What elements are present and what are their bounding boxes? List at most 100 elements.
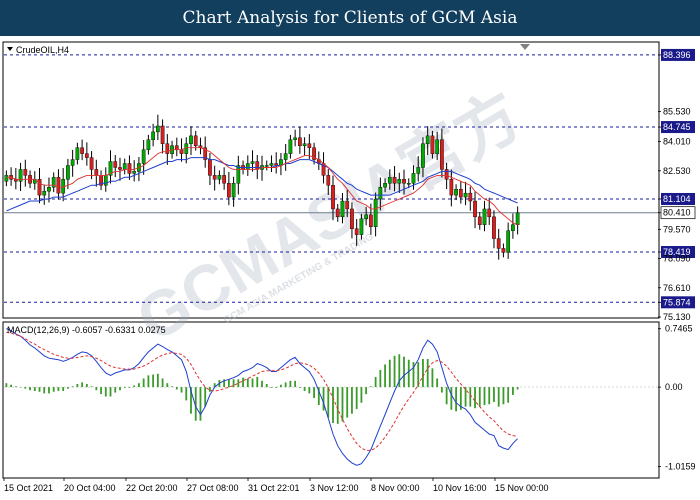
candle-body <box>331 185 335 210</box>
time-label: 15 Oct 2021 <box>4 483 53 493</box>
macd-histogram-bar <box>469 387 472 407</box>
macd-label: 0.7465 <box>665 324 693 334</box>
candle-body <box>435 139 440 154</box>
candle-body <box>511 224 515 231</box>
price-label: 75.874 <box>663 297 691 307</box>
candle-body <box>118 167 122 170</box>
macd-histogram-bar <box>346 387 349 418</box>
macd-histogram-bar <box>341 387 344 422</box>
macd-histogram-bar <box>478 387 481 407</box>
candle-body <box>61 179 66 194</box>
candle-body <box>406 183 411 185</box>
price-label: 76.610 <box>663 283 691 293</box>
macd-histogram-bar <box>488 387 491 405</box>
candle-body <box>425 135 430 144</box>
chart-area: GCMASIA官方GCM ASIA MARKETING & TRADING 88… <box>0 36 700 500</box>
macd-histogram-bar <box>133 385 136 388</box>
macd-histogram-bar <box>147 375 150 388</box>
price-label: 82.530 <box>663 166 691 176</box>
macd-histogram-bar <box>464 387 467 407</box>
macd-histogram-bar <box>455 387 457 412</box>
macd-histogram-bar <box>388 359 391 388</box>
candle-body <box>84 153 89 158</box>
macd-histogram-bar <box>5 383 8 388</box>
candle-body <box>255 161 260 170</box>
macd-histogram-bar <box>422 358 424 388</box>
macd-histogram-bar <box>384 364 386 388</box>
macd-histogram-bar <box>502 387 505 405</box>
macd-histogram-bar <box>19 387 22 388</box>
macd-histogram-bar <box>474 387 476 409</box>
macd-histogram-bar <box>303 387 306 392</box>
candle-body <box>515 212 520 225</box>
macd-histogram-bar <box>156 373 159 388</box>
candle-body <box>350 208 354 229</box>
candle-body <box>345 200 350 210</box>
price-label: 79.570 <box>663 224 691 234</box>
time-label: 27 Oct 08:00 <box>187 483 239 493</box>
candle-body <box>89 157 94 170</box>
candle-body <box>293 137 297 140</box>
candle-body <box>94 169 99 176</box>
macd-histogram-bar <box>322 387 325 411</box>
candle-body <box>392 177 397 184</box>
macd-histogram-bar <box>336 387 339 424</box>
macd-histogram-bar <box>161 378 164 388</box>
macd-histogram-bar <box>14 386 17 388</box>
candle-body <box>4 175 9 182</box>
candle-body <box>496 238 501 249</box>
candle-body <box>335 208 340 218</box>
candle-body <box>473 200 477 218</box>
macd-histogram-bar <box>119 387 121 391</box>
candle-body <box>146 139 151 150</box>
macd-histogram-bar <box>280 384 282 388</box>
macd-histogram-bar <box>185 387 188 401</box>
candle-body <box>449 179 454 196</box>
candle-body <box>440 139 444 170</box>
candle-body <box>430 135 435 154</box>
time-label: 10 Nov 16:00 <box>433 483 487 493</box>
candle-body <box>383 183 387 188</box>
macd-histogram-bar <box>265 383 268 388</box>
candle-body <box>227 183 231 198</box>
candle-body <box>269 163 274 166</box>
macd-histogram-bar <box>497 387 500 407</box>
macd-histogram-bar <box>298 387 301 388</box>
candle-body <box>179 149 184 154</box>
macd-histogram-bar <box>516 387 519 390</box>
macd-histogram-bar <box>355 387 358 409</box>
candle-body <box>113 161 118 168</box>
candle-body <box>501 248 506 253</box>
price-panel-title: CrudeOIL,H4 <box>16 45 69 55</box>
price-label: 80.410 <box>663 208 691 218</box>
macd-histogram-bar <box>431 368 434 388</box>
candle-body <box>56 177 61 194</box>
macd-histogram-bar <box>256 376 259 388</box>
candle-body <box>487 208 492 218</box>
candle-body <box>245 163 250 170</box>
macd-histogram-bar <box>175 387 178 390</box>
macd-histogram-bar <box>95 387 98 391</box>
candle-body <box>250 161 255 164</box>
macd-histogram-bar <box>43 387 46 394</box>
macd-histogram-bar <box>289 380 292 388</box>
price-label: 75.130 <box>663 312 691 322</box>
macd-histogram-bar <box>38 387 41 392</box>
candle-body <box>193 135 198 146</box>
macd-histogram-bar <box>76 383 79 388</box>
candle-body <box>160 125 165 144</box>
macd-histogram-bar <box>100 387 102 395</box>
candle-body <box>378 187 383 200</box>
candle-body <box>354 228 359 235</box>
page-title: Chart Analysis for Clients of GCM Asia <box>182 8 518 28</box>
macd-histogram-bar <box>180 387 183 393</box>
candle-body <box>47 187 51 192</box>
price-label: 84.745 <box>663 122 691 132</box>
candle-body <box>212 175 217 180</box>
time-label: 20 Oct 04:00 <box>64 483 116 493</box>
candle-body <box>264 165 269 167</box>
candle-body <box>307 143 312 148</box>
candle-body <box>463 192 468 198</box>
macd-histogram-bar <box>33 387 36 392</box>
candle-body <box>189 135 193 144</box>
